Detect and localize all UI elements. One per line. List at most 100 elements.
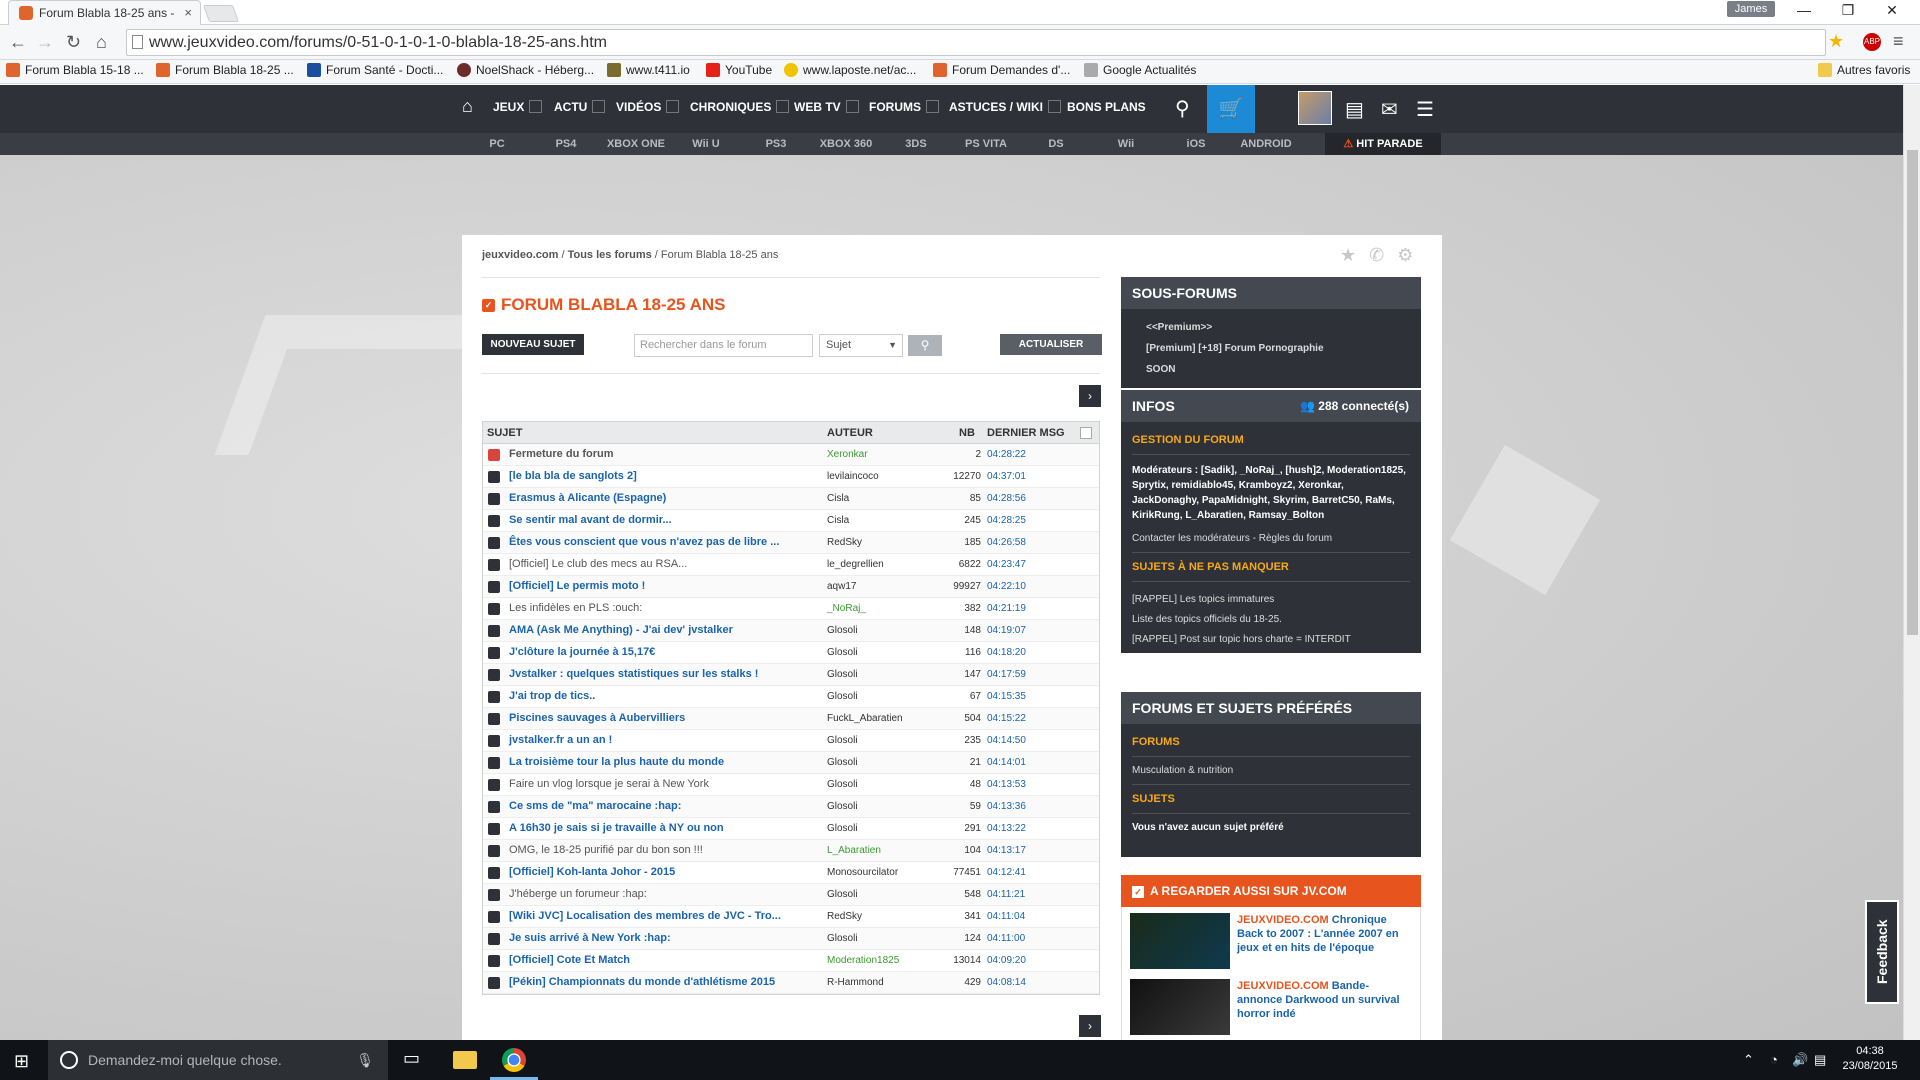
close-tab-icon[interactable]: × xyxy=(184,5,192,20)
topic-last-message-link[interactable]: 04:15:22 xyxy=(987,713,1026,724)
topic-author-link[interactable]: RedSky xyxy=(827,911,862,922)
table-row[interactable]: OMG, le 18-25 purifié par du bon son !!!… xyxy=(483,840,1099,862)
next-page-button[interactable]: › xyxy=(1079,385,1101,407)
bookmark-item[interactable]: Forum Blabla 18-25 ... xyxy=(156,63,294,77)
feedback-button[interactable]: Feedback xyxy=(1865,900,1899,1004)
header-last[interactable]: DERNIER MSG xyxy=(987,427,1065,439)
header-count[interactable]: NB xyxy=(959,427,975,439)
scrollbar[interactable] xyxy=(1903,85,1920,1040)
table-row[interactable]: Jvstalker : quelques statistiques sur le… xyxy=(483,664,1099,686)
topic-subject-link[interactable]: J'clôture la journée à 15,17€ xyxy=(509,646,655,658)
topic-author-link[interactable]: Cisla xyxy=(827,515,849,526)
select-all-checkbox[interactable] xyxy=(1080,427,1092,439)
bookmark-item[interactable]: Forum Demandes d'... xyxy=(933,63,1070,77)
home-nav-icon[interactable]: ⌂ xyxy=(462,96,473,117)
topic-author-link[interactable]: RedSky xyxy=(827,537,862,548)
table-row[interactable]: Je suis arrivé à New York :hap: Glosoli 12… xyxy=(483,928,1099,950)
topic-last-message-link[interactable]: 04:19:07 xyxy=(987,625,1026,636)
other-bookmarks[interactable]: Autres favoris xyxy=(1818,63,1910,77)
topic-last-message-link[interactable]: 04:26:58 xyxy=(987,537,1026,548)
platform-wiiu[interactable]: Wii U xyxy=(671,138,741,150)
topic-author-link[interactable]: Xeronkar xyxy=(827,449,868,460)
next-page-button[interactable]: › xyxy=(1079,1015,1101,1037)
new-topic-button[interactable]: NOUVEAU SUJET xyxy=(482,334,584,355)
table-row[interactable]: [le bla bla de sanglots 2] levilaincoco 12… xyxy=(483,466,1099,488)
topic-last-message-link[interactable]: 04:12:41 xyxy=(987,867,1026,878)
topic-subject-link[interactable]: Les infidèles en PLS :ouch: xyxy=(509,602,642,614)
notifications-icon[interactable]: ▤ xyxy=(1814,1052,1826,1068)
table-row[interactable]: Erasmus à Alicante (Espagne) Cisla 85 04:28… xyxy=(483,488,1099,510)
topic-author-link[interactable]: Glosoli xyxy=(827,625,858,636)
forum-search-button[interactable]: ⚲ xyxy=(908,335,942,356)
nav-bonsplans[interactable]: BONS PLANS xyxy=(1067,100,1146,114)
collapse-icon[interactable]: ✓ xyxy=(1132,886,1144,898)
topic-last-message-link[interactable]: 04:09:20 xyxy=(987,955,1026,966)
search-icon[interactable]: ⚲ xyxy=(1175,96,1190,121)
topic-subject-link[interactable]: La troisième tour la plus haute du monde xyxy=(509,756,724,768)
platform-xboxone[interactable]: XBOX ONE xyxy=(601,138,671,150)
nav-jeux[interactable]: JEUX xyxy=(493,100,543,114)
topic-author-link[interactable]: Glosoli xyxy=(827,735,858,746)
pinned-link[interactable]: [RAPPEL] Les topics immatures xyxy=(1132,590,1410,610)
file-explorer-icon[interactable] xyxy=(453,1051,477,1069)
header-subject[interactable]: SUJET xyxy=(487,427,522,439)
topic-last-message-link[interactable]: 04:13:17 xyxy=(987,845,1026,856)
topic-subject-link[interactable]: J'ai trop de tics.. xyxy=(509,690,595,702)
topic-last-message-link[interactable]: 04:11:04 xyxy=(987,911,1025,922)
topic-subject-link[interactable]: Piscines sauvages à Aubervilliers xyxy=(509,712,685,724)
list-icon[interactable]: ☰ xyxy=(1416,97,1434,122)
topic-last-message-link[interactable]: 04:08:14 xyxy=(987,977,1026,988)
pinned-link[interactable]: [RAPPEL] Post sur topic hors charte = IN… xyxy=(1132,630,1410,650)
table-row[interactable]: AMA (Ask Me Anything) - J'ai dev' jvstal… xyxy=(483,620,1099,642)
topic-subject-link[interactable]: [Officiel] Le permis moto ! xyxy=(509,580,645,592)
table-row[interactable]: jvstalker.fr a un an ! Glosoli 235 04:14:50 xyxy=(483,730,1099,752)
topic-last-message-link[interactable]: 04:28:22 xyxy=(987,449,1026,460)
topic-subject-link[interactable]: Ce sms de "ma" marocaine :hap: xyxy=(509,800,681,812)
refresh-button[interactable]: ACTUALISER xyxy=(1000,334,1102,355)
topic-subject-link[interactable]: Erasmus à Alicante (Espagne) xyxy=(509,492,666,504)
bookmark-item[interactable]: Google Actualités xyxy=(1084,63,1196,77)
platform-ios[interactable]: iOS xyxy=(1161,138,1231,150)
url-input[interactable]: www.jeuxvideo.com/forums/0-51-0-1-0-1-0-… xyxy=(126,29,1826,56)
topic-author-link[interactable]: levilaincoco xyxy=(827,471,879,482)
bookmark-star-icon[interactable]: ★ xyxy=(1828,31,1844,52)
topic-subject-link[interactable]: OMG, le 18-25 purifié par du bon son !!! xyxy=(509,844,703,856)
table-row[interactable]: A 16h30 je sais si je travaille à NY ou … xyxy=(483,818,1099,840)
network-icon[interactable]: ◔ xyxy=(1770,1052,1778,1067)
video-item[interactable]: JEUXVIDEO.COM Chronique Back to 2007 : L… xyxy=(1121,907,1421,975)
topic-subject-link[interactable]: [le bla bla de sanglots 2] xyxy=(509,470,637,482)
notification-icon[interactable]: ✆ xyxy=(1369,245,1384,265)
topic-author-link[interactable]: le_degrellien xyxy=(827,559,884,570)
topic-last-message-link[interactable]: 04:11:21 xyxy=(987,889,1025,900)
topic-last-message-link[interactable]: 04:23:47 xyxy=(987,559,1026,570)
breadcrumb-home[interactable]: jeuxvideo.com xyxy=(482,249,558,261)
microphone-icon[interactable]: 🎙 xyxy=(356,1040,374,1080)
windows-start-icon[interactable]: ⊞ xyxy=(14,1051,29,1072)
topic-subject-link[interactable]: Jvstalker : quelques statistiques sur le… xyxy=(509,668,758,680)
topic-author-link[interactable]: Glosoli xyxy=(827,647,858,658)
bookmark-item[interactable]: Forum Blabla 15-18 ... xyxy=(6,63,144,77)
topic-subject-link[interactable]: [Wiki JVC] Localisation des membres de J… xyxy=(509,910,781,922)
table-row[interactable]: Piscines sauvages à Aubervilliers FuckL_A… xyxy=(483,708,1099,730)
table-row[interactable]: Se sentir mal avant de dormir... Cisla 245… xyxy=(483,510,1099,532)
volume-icon[interactable]: 🔊 xyxy=(1792,1052,1808,1068)
table-row[interactable]: J'clôture la journée à 15,17€ Glosoli 116 0… xyxy=(483,642,1099,664)
platform-pc[interactable]: PC xyxy=(462,138,532,150)
bookmark-item[interactable]: Forum Santé - Docti... xyxy=(307,63,443,77)
topic-last-message-link[interactable]: 04:15:35 xyxy=(987,691,1026,702)
topic-author-link[interactable]: Glosoli xyxy=(827,779,858,790)
collapse-icon[interactable]: ✓ xyxy=(482,298,495,312)
topic-last-message-link[interactable]: 04:22:10 xyxy=(987,581,1026,592)
pinned-link[interactable]: Liste des topics officiels du 18-25. xyxy=(1132,610,1410,630)
topic-author-link[interactable]: Glosoli xyxy=(827,933,858,944)
cart-icon[interactable]: 🛒 xyxy=(1207,85,1255,133)
task-view-icon[interactable]: ▭ xyxy=(403,1048,427,1072)
nav-webtv[interactable]: WEB TV xyxy=(794,100,859,114)
contact-moderators-link[interactable]: Contacter les modérateurs - Règles du fo… xyxy=(1132,533,1410,544)
topic-subject-link[interactable]: [Pékin] Championnats du monde d'athlétis… xyxy=(509,976,775,988)
adblock-icon[interactable]: ABP xyxy=(1863,33,1881,51)
topic-author-link[interactable]: aqw17 xyxy=(827,581,856,592)
subforum-link[interactable]: <<Premium>> xyxy=(1146,317,1396,338)
home-icon[interactable]: ⌂ xyxy=(96,32,107,53)
browser-tab[interactable]: Forum Blabla 18-25 ans - × xyxy=(8,0,201,25)
